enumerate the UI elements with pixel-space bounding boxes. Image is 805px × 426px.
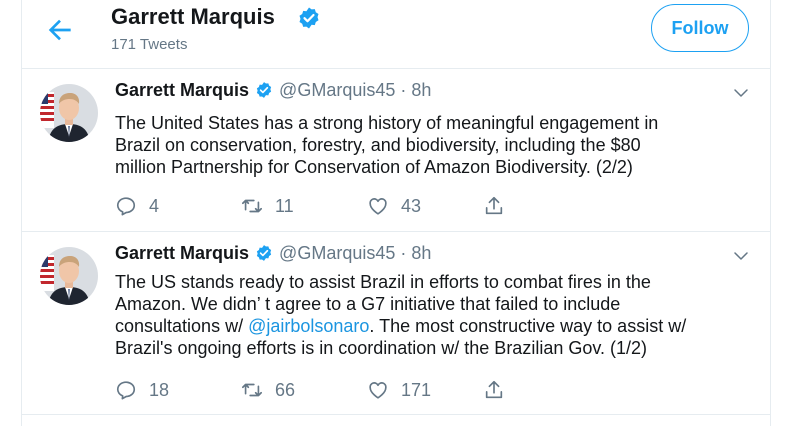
tweet-text-line: The United States has a strong history o… bbox=[115, 113, 659, 133]
tweet-item[interactable]: Garrett Marquis @GMarquis45 · 8h The US s… bbox=[22, 243, 770, 413]
tweet-divider bbox=[21, 414, 771, 415]
like-button[interactable]: 43 bbox=[367, 193, 421, 219]
tweet-text-segment: consultations w/ bbox=[115, 316, 249, 336]
profile-name: Garrett Marquis bbox=[111, 4, 275, 29]
author-handle[interactable]: @GMarquis45 bbox=[279, 243, 395, 263]
share-icon bbox=[485, 380, 503, 399]
reply-icon bbox=[116, 381, 136, 400]
tweet-divider bbox=[21, 231, 771, 232]
tweet-text-line: The US stands ready to assist Brazil in … bbox=[115, 272, 651, 292]
tweet-actions: 4 11 43 bbox=[115, 193, 515, 219]
follow-button[interactable]: Follow bbox=[651, 4, 749, 52]
retweet-icon bbox=[242, 199, 262, 213]
verified-badge-icon bbox=[256, 245, 272, 261]
retweet-count: 66 bbox=[275, 379, 296, 400]
avatar[interactable] bbox=[40, 84, 98, 142]
tweet-text-segment: . The most constructive way to assist w/ bbox=[369, 316, 687, 336]
like-count: 43 bbox=[401, 195, 422, 216]
share-button[interactable] bbox=[483, 193, 517, 219]
tweet-actions: 18 66 171 bbox=[115, 377, 515, 403]
retweet-button[interactable]: 11 bbox=[241, 193, 294, 219]
heart-icon bbox=[369, 382, 387, 399]
verified-badge-icon bbox=[299, 7, 319, 29]
reply-button[interactable]: 18 bbox=[115, 377, 169, 403]
chevron-down-icon[interactable] bbox=[732, 84, 750, 102]
chevron-down-icon[interactable] bbox=[732, 247, 750, 265]
back-arrow-icon[interactable] bbox=[44, 14, 76, 46]
profile-header: Garrett Marquis 171 Tweets Follow bbox=[0, 0, 805, 68]
tweet-text-line: Amazon. We didn’ t agree to a G7 initiat… bbox=[115, 294, 621, 314]
tweet-time[interactable]: 8h bbox=[411, 243, 431, 263]
verified-badge-icon bbox=[256, 82, 272, 98]
author-name[interactable]: Garrett Marquis bbox=[115, 243, 249, 263]
tweet-count: 171 Tweets bbox=[111, 36, 188, 53]
reply-count: 4 bbox=[149, 195, 160, 216]
like-count: 171 bbox=[401, 379, 432, 400]
share-button[interactable] bbox=[483, 377, 517, 403]
tweet-text-line: million Partnership for Conservation of … bbox=[115, 157, 633, 177]
retweet-icon bbox=[242, 383, 262, 397]
heart-icon bbox=[369, 198, 387, 215]
avatar[interactable] bbox=[40, 247, 98, 305]
tweet-time[interactable]: 8h bbox=[411, 80, 431, 100]
header-divider bbox=[21, 68, 771, 69]
author-handle[interactable]: @GMarquis45 bbox=[279, 80, 395, 100]
separator-dot: · bbox=[400, 243, 407, 263]
tweet-header: Garrett Marquis @GMarquis45 · 8h bbox=[115, 80, 431, 101]
tweet-text: The US stands ready to assist Brazil in … bbox=[115, 271, 740, 359]
reply-icon bbox=[116, 197, 136, 216]
tweet-item[interactable]: Garrett Marquis @GMarquis45 · 8h The Unit… bbox=[22, 80, 770, 230]
separator-dot: · bbox=[400, 80, 407, 100]
author-name[interactable]: Garrett Marquis bbox=[115, 80, 249, 100]
tweet-text-line: Brazil on conservation, forestry, and bi… bbox=[115, 135, 641, 155]
reply-button[interactable]: 4 bbox=[115, 193, 159, 219]
tweet-text-line: Brazil's ongoing efforts is in coordinat… bbox=[115, 338, 648, 358]
reply-count: 18 bbox=[149, 379, 170, 400]
mention-link[interactable]: @jairbolsonaro bbox=[248, 316, 369, 336]
like-button[interactable]: 171 bbox=[367, 377, 431, 403]
retweet-button[interactable]: 66 bbox=[241, 377, 295, 403]
tweet-header: Garrett Marquis @GMarquis45 · 8h bbox=[115, 243, 431, 264]
retweet-count: 11 bbox=[275, 195, 294, 216]
share-icon bbox=[485, 196, 503, 215]
tweet-text: The United States has a strong history o… bbox=[115, 112, 740, 178]
tweet-text-line: consultations w/ @jairbolsonaro. The mos… bbox=[115, 315, 740, 337]
